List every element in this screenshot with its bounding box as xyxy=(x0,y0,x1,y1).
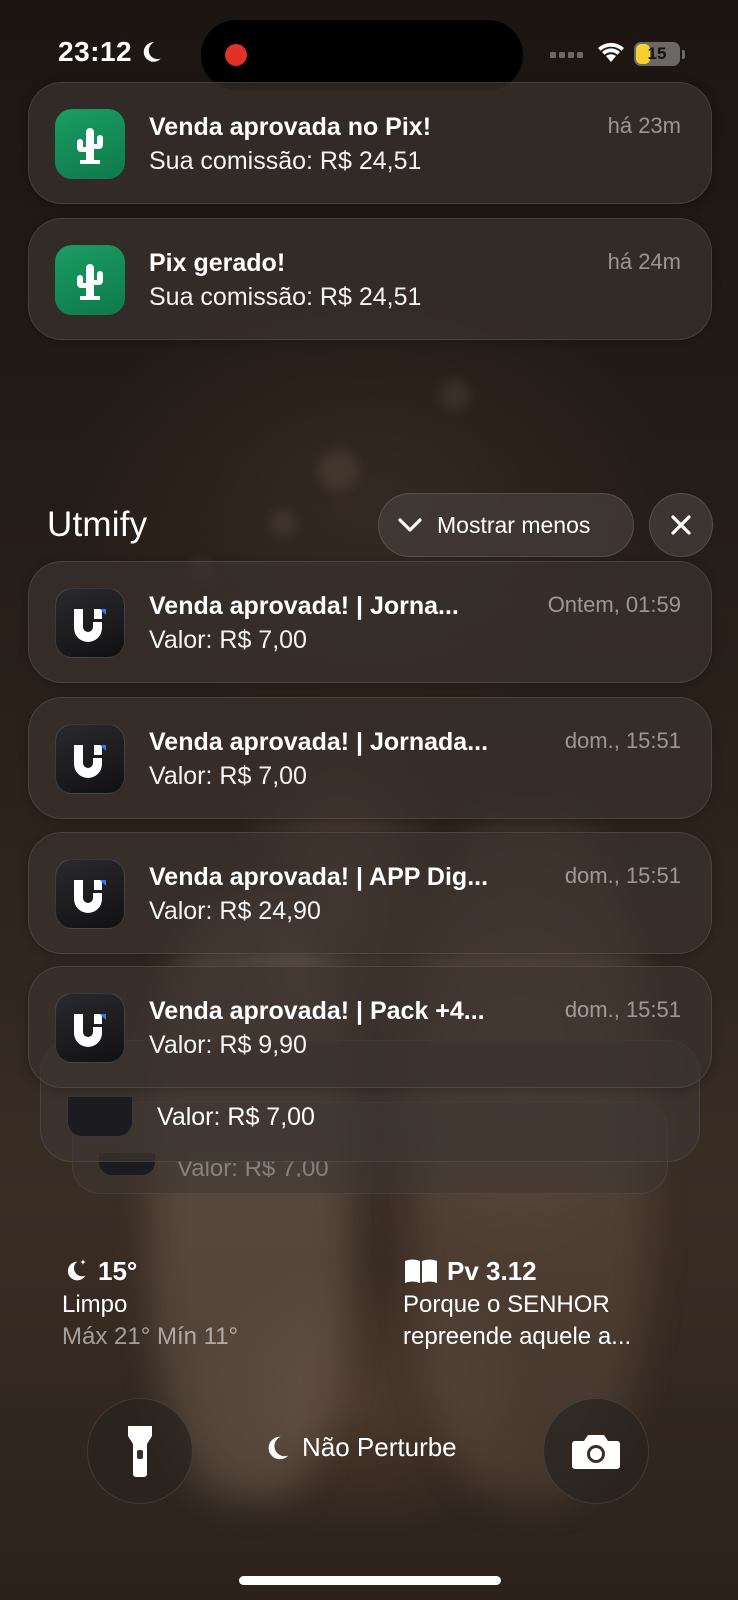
notification-card[interactable]: Pix gerado! Sua comissão: R$ 24,51 há 24… xyxy=(28,218,712,340)
utmify-icon xyxy=(55,859,125,929)
notification-title: Pix gerado! xyxy=(149,249,286,277)
battery-icon: 15 xyxy=(634,42,680,66)
show-less-label: Mostrar menos xyxy=(437,511,591,538)
moon-stars-icon xyxy=(67,1259,86,1281)
chevron-down-icon xyxy=(398,518,422,532)
focus-mode-label: Não Perturbe xyxy=(302,1432,457,1462)
battery-cap xyxy=(682,50,685,59)
notification-card[interactable]: Venda aprovada! | Pack +4... Valor: R$ 9… xyxy=(28,966,712,1088)
notification-title: Venda aprovada! | APP Dig... xyxy=(149,863,489,891)
battery-level: 15 xyxy=(647,44,667,63)
notification-time: há 24m xyxy=(607,249,681,274)
notification-title: Venda aprovada! | Pack +4... xyxy=(149,997,485,1025)
utmify-icon xyxy=(55,724,125,794)
notification-body: Valor: R$ 7,00 xyxy=(149,626,307,654)
notification-body: Valor: R$ 7,00 xyxy=(149,762,307,790)
weather-widget[interactable]: 15° Limpo Máx 21° Mín 11° xyxy=(62,1255,238,1351)
status-time: 23:12 xyxy=(58,36,164,68)
utmify-icon xyxy=(55,588,125,658)
weather-range: Máx 21° Mín 11° xyxy=(62,1323,239,1350)
stacked-notification-body: Valor: R$ 7,00 xyxy=(157,1103,315,1131)
weather-condition: Limpo xyxy=(62,1291,128,1318)
notification-body: Valor: R$ 9,90 xyxy=(149,1031,307,1059)
notification-time: dom., 15:51 xyxy=(564,863,681,888)
cellular-signal-icon xyxy=(550,52,583,58)
background-bokeh xyxy=(318,450,358,490)
notification-card[interactable]: Venda aprovada! | APP Dig... Valor: R$ 2… xyxy=(28,832,712,954)
notification-body: Valor: R$ 24,90 xyxy=(149,897,321,925)
notification-time: Ontem, 01:59 xyxy=(547,592,681,617)
background-bokeh xyxy=(440,380,470,410)
moon-icon xyxy=(143,42,161,62)
background-bokeh xyxy=(270,510,296,536)
camera-icon xyxy=(572,1435,620,1469)
cactus-icon xyxy=(55,109,125,179)
notification-card[interactable]: Venda aprovada no Pix! Sua comissão: R$ … xyxy=(28,82,712,204)
show-less-button[interactable]: Mostrar menos xyxy=(378,493,634,557)
notification-time: há 23m xyxy=(607,113,681,138)
focus-mode-indicator[interactable]: Não Perturbe xyxy=(262,1432,457,1463)
bible-verse-widget[interactable]: Pv 3.12 Porque o SENHOR repreende aquele… xyxy=(403,1255,631,1351)
wifi-icon xyxy=(598,42,624,62)
notification-time: dom., 15:51 xyxy=(564,728,681,753)
notification-card[interactable]: Venda aprovada! | Jorna... Valor: R$ 7,0… xyxy=(28,561,712,683)
close-icon xyxy=(671,515,691,535)
verse-line-1: Porque o SENHOR xyxy=(403,1291,610,1318)
notification-time: dom., 15:51 xyxy=(564,997,681,1022)
book-icon xyxy=(405,1259,437,1283)
dynamic-island[interactable] xyxy=(201,20,523,90)
camera-button[interactable] xyxy=(543,1398,649,1504)
notification-title: Venda aprovada! | Jornada... xyxy=(149,728,489,756)
cactus-icon xyxy=(55,245,125,315)
moon-icon xyxy=(268,1436,289,1459)
notification-card[interactable]: Venda aprovada! | Jornada... Valor: R$ 7… xyxy=(28,697,712,819)
time-label: 23:12 xyxy=(58,36,133,67)
flashlight-icon xyxy=(128,1426,152,1477)
verse-reference: Pv 3.12 xyxy=(447,1255,537,1286)
notification-body: Sua comissão: R$ 24,51 xyxy=(149,283,422,311)
home-indicator[interactable] xyxy=(239,1576,501,1585)
clear-group-button[interactable] xyxy=(649,493,713,557)
notification-title: Venda aprovada no Pix! xyxy=(149,113,432,141)
weather-temperature: 15° xyxy=(98,1255,138,1286)
stacked-notification-body: Valor: R$ 7,00 xyxy=(177,1161,329,1177)
notification-title: Venda aprovada! | Jorna... xyxy=(149,592,459,620)
utmify-icon xyxy=(55,993,125,1063)
utmify-icon xyxy=(67,1097,133,1137)
verse-line-2: repreende aquele a... xyxy=(403,1323,632,1350)
notification-body: Sua comissão: R$ 24,51 xyxy=(149,147,422,175)
notification-group-title: Utmify xyxy=(47,505,148,544)
flashlight-button[interactable] xyxy=(87,1398,193,1504)
recording-indicator-icon xyxy=(225,44,247,66)
